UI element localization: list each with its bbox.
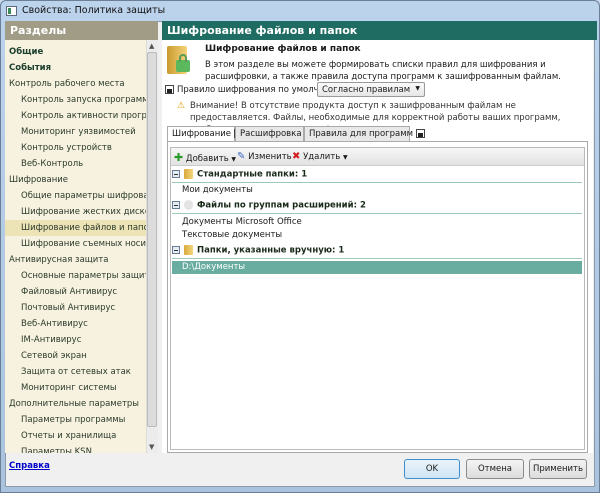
- sidebar: Общие События Контроль рабочего места Контр…: [5, 40, 146, 453]
- delete-x-icon: ✖: [292, 151, 301, 162]
- section-header: Шифрование файлов и папок: [162, 21, 597, 40]
- pencil-icon: ✎: [237, 151, 246, 162]
- group-title: Папки, указанные вручную: 1: [197, 245, 345, 256]
- cancel-button[interactable]: Отмена: [466, 459, 524, 479]
- sidebar-item[interactable]: Параметры KSN: [5, 444, 146, 453]
- tab-label: Расшифровка: [240, 129, 302, 139]
- sidebar-header: Разделы: [5, 21, 158, 40]
- description: В этом разделе вы можете формировать спи…: [205, 60, 561, 82]
- sidebar-item[interactable]: Шифрование съемных носителей: [5, 236, 146, 252]
- group-standard-folders[interactable]: Стандартные папки: 1: [172, 169, 582, 183]
- chevron-down-icon: ▼: [342, 154, 348, 161]
- help-link[interactable]: Справка: [9, 461, 50, 471]
- sidebar-item[interactable]: Защита от сетевых атак: [5, 364, 146, 380]
- edit-label: Изменить: [248, 152, 292, 162]
- sidebar-item[interactable]: Основные параметры защиты: [5, 268, 146, 284]
- add-label: Добавить: [185, 154, 229, 164]
- sidebar-item[interactable]: Общие: [5, 44, 146, 60]
- sidebar-item[interactable]: Шифрование файлов и папок: [5, 220, 146, 236]
- list-item[interactable]: Документы Microsoft Office: [172, 216, 582, 229]
- group-extensions[interactable]: Файлы по группам расширений: 2: [172, 200, 582, 214]
- list-item-selected[interactable]: D:\Документы: [172, 261, 582, 274]
- sidebar-item[interactable]: Мониторинг уязвимостей: [5, 124, 146, 140]
- sidebar-item[interactable]: Шифрование: [5, 172, 146, 188]
- scroll-up-icon[interactable]: ▲: [149, 42, 154, 50]
- list-item[interactable]: Мои документы: [172, 184, 582, 197]
- sidebar-item[interactable]: Контроль устройств: [5, 140, 146, 156]
- sidebar-item[interactable]: Общие параметры шифрования: [5, 188, 146, 204]
- sidebar-item[interactable]: События: [5, 60, 146, 76]
- group-title: Стандартные папки: 1: [197, 169, 308, 180]
- plus-icon: ✚: [174, 151, 184, 164]
- tab-encryption[interactable]: Шифрование: [167, 126, 243, 142]
- sidebar-item[interactable]: Контроль активности программ: [5, 108, 146, 124]
- add-button[interactable]: ✚ Добавить ▼: [174, 151, 236, 164]
- warning-icon: ⚠: [177, 101, 186, 111]
- list-item[interactable]: Текстовые документы: [172, 229, 582, 242]
- sidebar-item[interactable]: IM-Антивирус: [5, 332, 146, 348]
- scrollbar-thumb[interactable]: [147, 52, 157, 427]
- default-rule-value: Согласно правилам: [322, 85, 411, 95]
- sidebar-item[interactable]: Почтовый Антивирус: [5, 300, 146, 316]
- tab-decryption[interactable]: Расшифровка: [235, 126, 314, 141]
- sidebar-item[interactable]: Антивирусная защита: [5, 252, 146, 268]
- sidebar-item[interactable]: Файловый Антивирус: [5, 284, 146, 300]
- lock-icon[interactable]: [165, 85, 174, 94]
- app-icon: [6, 6, 17, 16]
- delete-label: Удалить: [303, 152, 341, 162]
- chevron-down-icon: ▼: [415, 85, 420, 92]
- apply-button[interactable]: Применить: [529, 459, 587, 479]
- sidebar-item[interactable]: Дополнительные параметры: [5, 396, 146, 412]
- window-title: Свойства: Политика защиты: [22, 5, 166, 16]
- lock-icon[interactable]: [415, 129, 425, 138]
- scroll-down-icon[interactable]: ▼: [149, 443, 154, 451]
- sidebar-item[interactable]: Веб-Антивирус: [5, 316, 146, 332]
- collapse-icon[interactable]: [172, 201, 180, 209]
- collapse-icon[interactable]: [172, 170, 180, 178]
- default-rule-select[interactable]: Согласно правилам ▼: [317, 82, 425, 97]
- chevron-down-icon: ▼: [231, 156, 237, 163]
- folder-lock-icon: [167, 46, 193, 78]
- tab-label: Правила для программ: [309, 129, 414, 139]
- sidebar-item[interactable]: Веб-Контроль: [5, 156, 146, 172]
- sidebar-item[interactable]: Отчеты и хранилища: [5, 428, 146, 444]
- ok-button[interactable]: OK: [404, 459, 460, 479]
- sidebar-item[interactable]: Контроль рабочего места: [5, 76, 146, 92]
- folder-add-icon: [184, 245, 193, 255]
- group-title: Файлы по группам расширений: 2: [197, 200, 366, 211]
- folder-icon: [184, 169, 193, 179]
- sidebar-item[interactable]: Мониторинг системы: [5, 380, 146, 396]
- tab-label: Шифрование: [172, 129, 232, 139]
- file-group-icon: [184, 200, 193, 210]
- sidebar-item[interactable]: Шифрование жестких дисков: [5, 204, 146, 220]
- tab-app-rules[interactable]: Правила для программ: [304, 126, 425, 141]
- delete-button[interactable]: ✖ Удалить ▼: [292, 151, 348, 162]
- collapse-icon[interactable]: [172, 246, 180, 254]
- sidebar-item[interactable]: Контроль запуска программ: [5, 92, 146, 108]
- page-title: Шифрование файлов и папок: [205, 44, 361, 54]
- sidebar-item[interactable]: Сетевой экран: [5, 348, 146, 364]
- group-manual-folders[interactable]: Папки, указанные вручную: 1: [172, 245, 582, 259]
- edit-button[interactable]: ✎ Изменить: [237, 151, 292, 162]
- sidebar-item[interactable]: Параметры программы: [5, 412, 146, 428]
